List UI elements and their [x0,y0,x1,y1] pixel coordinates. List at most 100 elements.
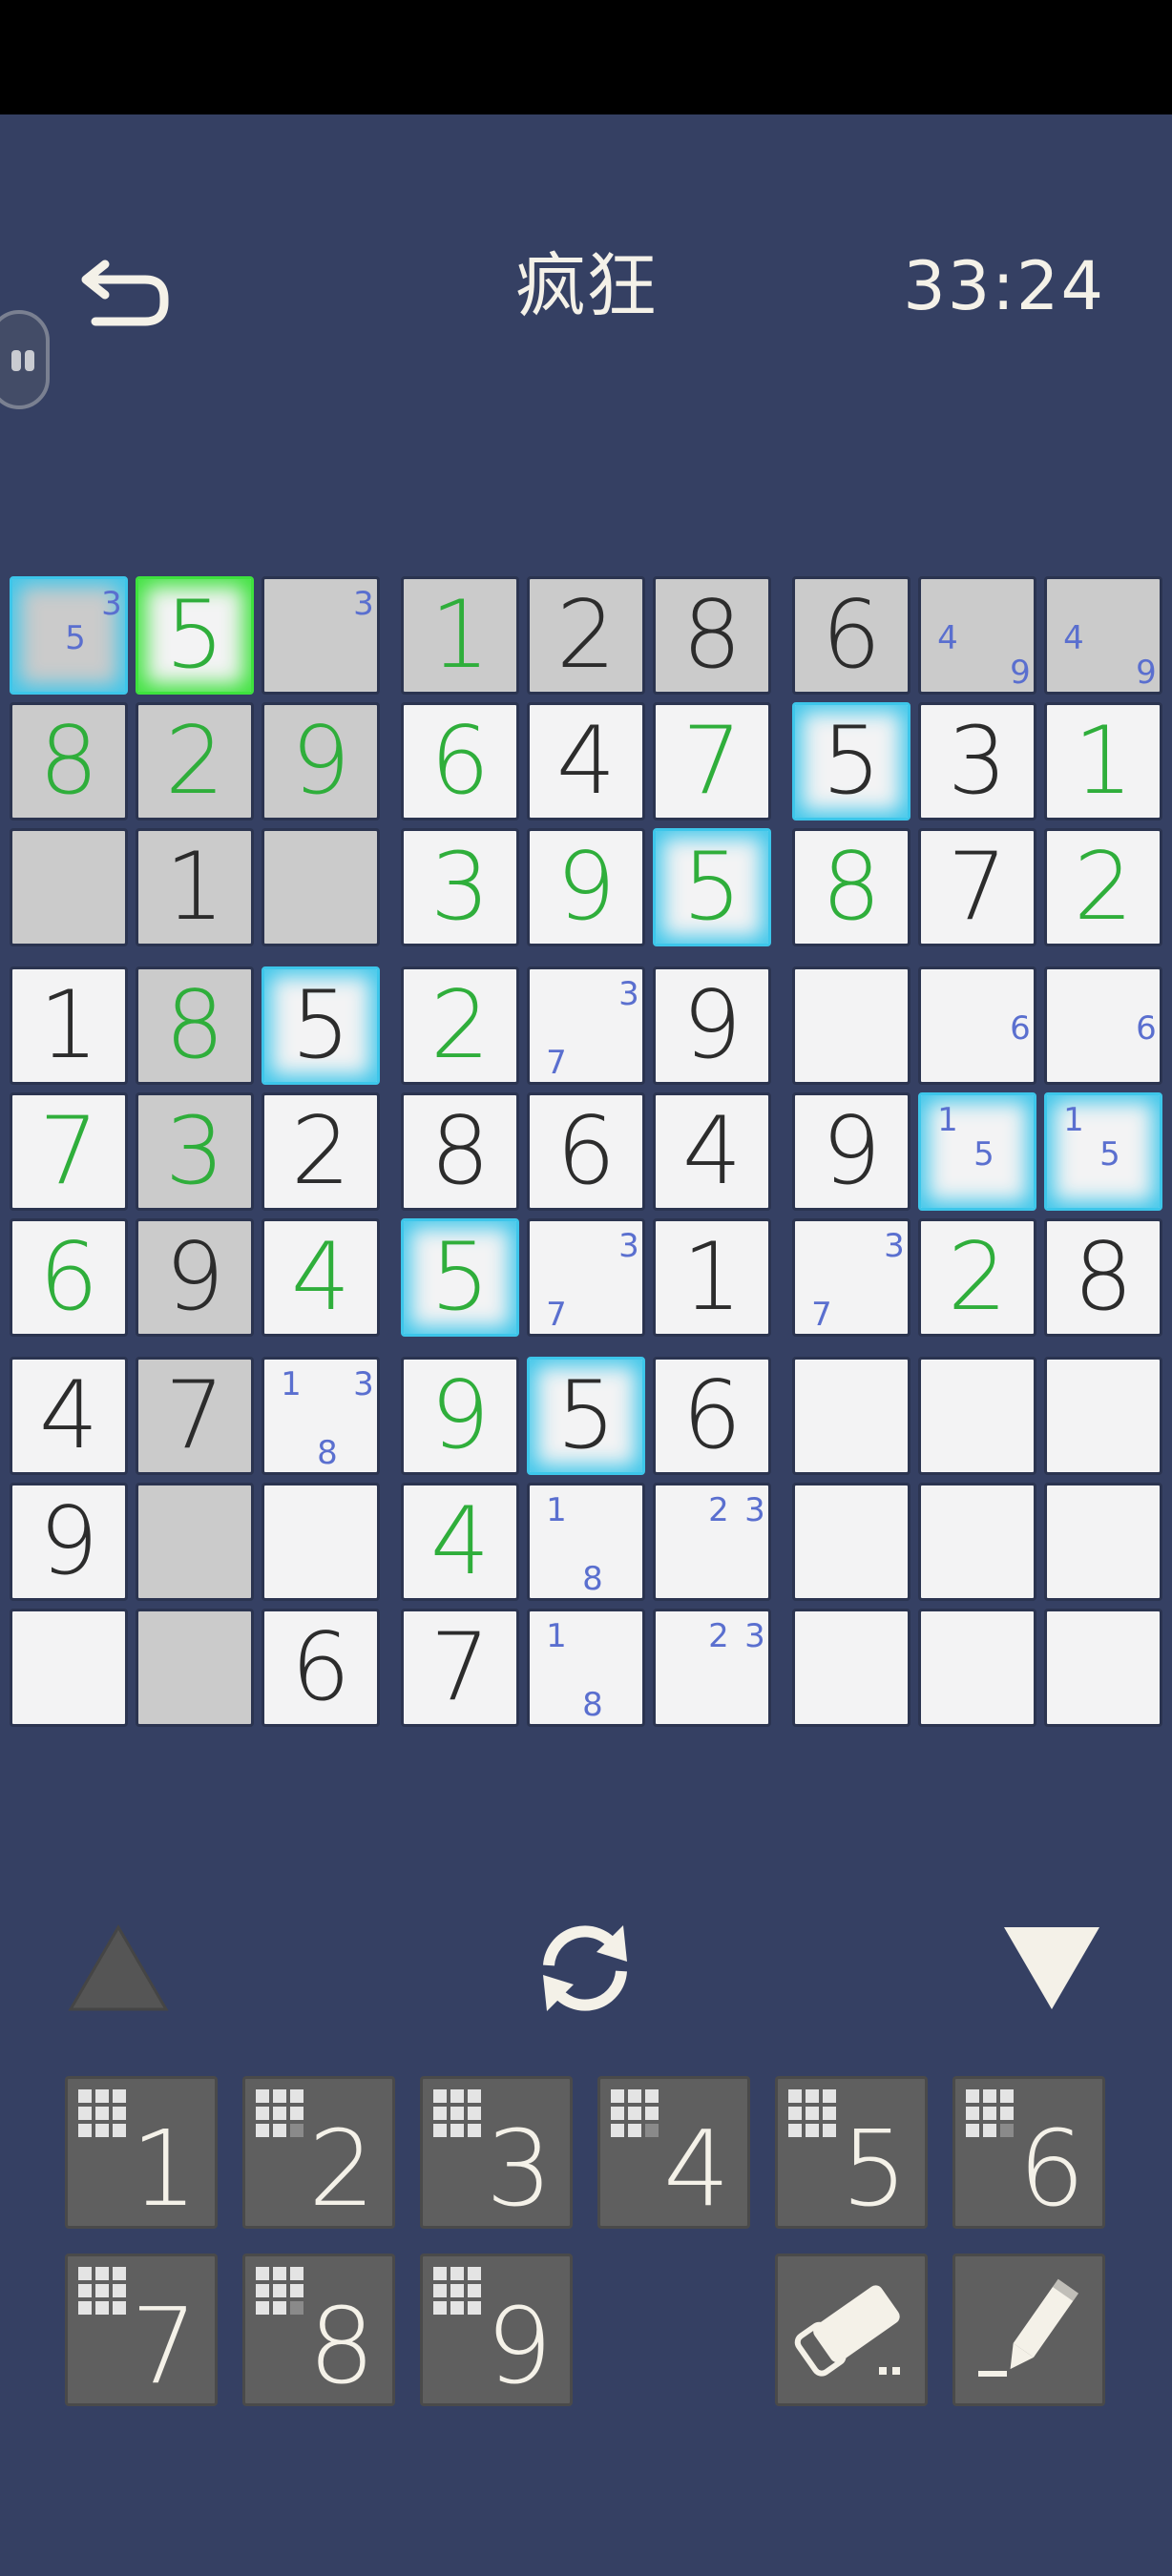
sudoku-cell[interactable]: 1 38 [262,1357,380,1475]
digit-key-4[interactable]: 4 [597,2076,750,2229]
sudoku-cell[interactable] [1044,1357,1162,1475]
sudoku-cell[interactable]: 4 [401,1483,519,1601]
sudoku-cell[interactable]: 8 [136,966,254,1085]
eraser-button[interactable] [775,2254,928,2406]
sudoku-cell[interactable]: 4 [653,1092,771,1211]
sudoku-cell[interactable]: 6 [653,1357,771,1475]
move-down-button[interactable] [1000,1923,1103,2013]
sudoku-cell[interactable]: 6 [792,576,910,695]
digit-key-8[interactable]: 8 [242,2254,395,2406]
sudoku-cell[interactable]: 7 [10,1092,128,1211]
sudoku-cell[interactable]: 9 [401,1357,519,1475]
sudoku-cell[interactable] [262,828,380,946]
sudoku-cell[interactable]: 2 [136,702,254,821]
sudoku-cell[interactable]: 9 [653,966,771,1085]
sudoku-cell[interactable]: 1 [10,966,128,1085]
sudoku-cell[interactable]: 49 [918,576,1036,695]
sudoku-cell[interactable]: 4 [527,702,645,821]
sudoku-cell[interactable]: 1 [1044,702,1162,821]
sudoku-cell[interactable]: 4 [262,1218,380,1337]
pencil-note: 3 [744,1617,765,1655]
digit-key-2[interactable]: 2 [242,2076,395,2229]
sudoku-cell[interactable]: 2 [401,966,519,1085]
sudoku-cell[interactable]: 9 [136,1218,254,1337]
sudoku-cell[interactable]: 18 [527,1609,645,1727]
sudoku-cell[interactable]: 6 [10,1218,128,1337]
sudoku-cell[interactable]: 7 [401,1609,519,1727]
sudoku-cell[interactable] [1044,1609,1162,1727]
sudoku-cell[interactable]: 23 [653,1483,771,1601]
sudoku-cell[interactable]: 8 [653,576,771,695]
sudoku-cell[interactable]: 6 [262,1609,380,1727]
digit-key-9[interactable]: 9 [420,2254,573,2406]
sudoku-cell[interactable]: 7 [136,1357,254,1475]
sudoku-cell[interactable]: 3 [918,702,1036,821]
sudoku-cell[interactable] [792,1609,910,1727]
sudoku-cell[interactable]: 9 [10,1483,128,1601]
refresh-button[interactable] [528,1918,642,2019]
sudoku-cell[interactable]: 1 [653,1218,771,1337]
sudoku-cell[interactable] [792,1357,910,1475]
sudoku-cell[interactable]: 35 [10,576,128,695]
sudoku-cell[interactable]: 5 [792,702,910,821]
sudoku-cell[interactable]: 3 [262,576,380,695]
digit-key-3[interactable]: 3 [420,2076,573,2229]
sudoku-cell[interactable]: 3 [401,828,519,946]
sudoku-cell[interactable]: 49 [1044,576,1162,695]
sudoku-cell[interactable]: 7 [653,702,771,821]
sudoku-cell[interactable] [10,828,128,946]
sudoku-cell[interactable] [262,1483,380,1601]
sudoku-cell[interactable]: 1 [401,576,519,695]
sudoku-cell[interactable] [792,1483,910,1601]
sudoku-cell[interactable]: 7 [918,828,1036,946]
sudoku-cell[interactable]: 37 [527,966,645,1085]
sudoku-cell[interactable]: 9 [262,702,380,821]
sudoku-cell[interactable]: 37 [527,1218,645,1337]
sudoku-cell[interactable]: 8 [401,1092,519,1211]
sudoku-cell[interactable] [918,1609,1036,1727]
notes-grid-icon [433,2089,481,2137]
pencil-button[interactable] [952,2254,1105,2406]
cell-digit: 7 [947,833,1008,942]
sudoku-cell[interactable] [136,1609,254,1727]
sudoku-cell[interactable]: 2 [527,576,645,695]
digit-key-1[interactable]: 1 [65,2076,218,2229]
sudoku-cell[interactable]: 5 [136,576,254,695]
sudoku-cell[interactable]: 9 [527,828,645,946]
sudoku-cell[interactable]: 6 [401,702,519,821]
sudoku-cell[interactable] [1044,1483,1162,1601]
sudoku-cell[interactable]: 1 [136,828,254,946]
sudoku-cell[interactable]: 2 [918,1218,1036,1337]
sudoku-cell[interactable]: 5 [653,828,771,946]
sudoku-cell[interactable]: 8 [1044,1218,1162,1337]
sudoku-cell[interactable]: 15 [1044,1092,1162,1211]
sudoku-cell[interactable]: 3 [136,1092,254,1211]
sudoku-cell[interactable] [918,1357,1036,1475]
cell-digit: 4 [555,707,617,816]
sudoku-cell[interactable] [792,966,910,1085]
key-digit-label: 9 [486,2285,553,2407]
sudoku-cell[interactable]: 5 [527,1357,645,1475]
sudoku-cell[interactable]: 15 [918,1092,1036,1211]
sudoku-cell[interactable] [918,1483,1036,1601]
sudoku-cell[interactable]: 5 [262,966,380,1085]
sudoku-cell[interactable]: 8 [792,828,910,946]
sudoku-cell[interactable]: 9 [792,1092,910,1211]
move-up-button[interactable] [67,1923,170,2013]
digit-key-7[interactable]: 7 [65,2254,218,2406]
sudoku-cell[interactable]: 8 [10,702,128,821]
sudoku-cell[interactable]: 2 [1044,828,1162,946]
digit-key-5[interactable]: 5 [775,2076,928,2229]
sudoku-cell[interactable]: 18 [527,1483,645,1601]
sudoku-cell[interactable] [136,1483,254,1601]
sudoku-cell[interactable]: 37 [792,1218,910,1337]
sudoku-cell[interactable]: 5 [401,1218,519,1337]
sudoku-cell[interactable]: 6 [527,1092,645,1211]
sudoku-cell[interactable] [10,1609,128,1727]
sudoku-cell[interactable]: 4 [10,1357,128,1475]
sudoku-cell[interactable]: 23 [653,1609,771,1727]
sudoku-cell[interactable]: 6 [918,966,1036,1085]
sudoku-cell[interactable]: 2 [262,1092,380,1211]
sudoku-cell[interactable]: 6 [1044,966,1162,1085]
digit-key-6[interactable]: 6 [952,2076,1105,2229]
